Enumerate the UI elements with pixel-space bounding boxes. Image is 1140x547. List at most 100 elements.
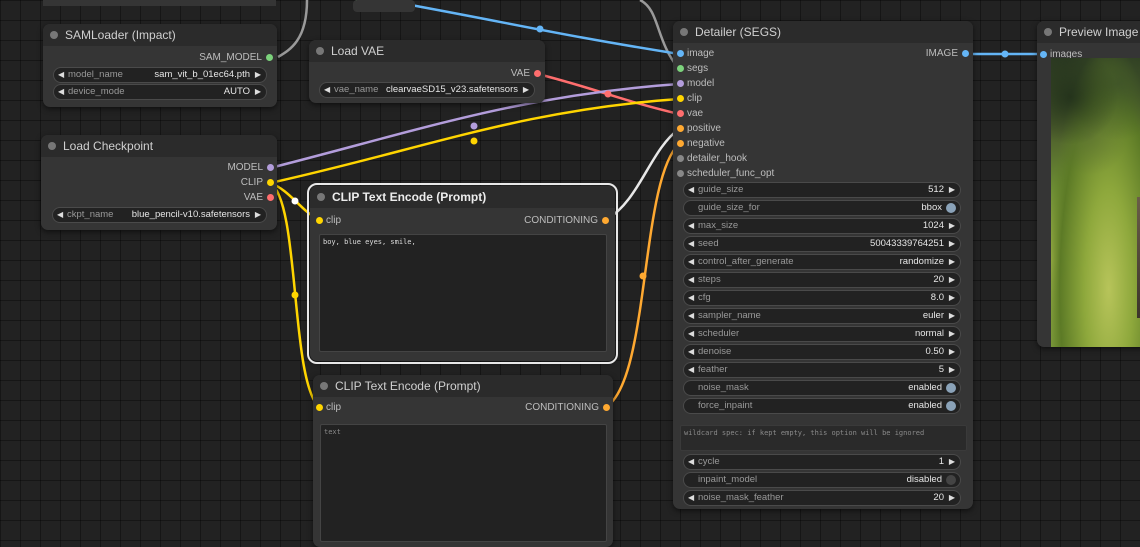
arrow-right-icon[interactable]: ▶: [949, 345, 955, 359]
collapse-bullet-icon[interactable]: [48, 142, 56, 150]
node-clip-text-encode-positive[interactable]: CLIP Text Encode (Prompt) clip CONDITION…: [307, 183, 618, 364]
wildcard-textarea[interactable]: wildcard spec: if kept empty, this optio…: [680, 425, 967, 451]
widget-seed[interactable]: ◀ seed 50043339764251 ▶: [683, 236, 961, 252]
input-negative[interactable]: negative: [677, 138, 827, 150]
input-clip[interactable]: clip: [316, 215, 376, 227]
widget-feather[interactable]: ◀ feather 5 ▶: [683, 362, 961, 378]
widget-cfg[interactable]: ◀ cfg 8.0 ▶: [683, 290, 961, 306]
widget-vae-name[interactable]: ◀ vae_name clearvaeSD15_v23.safetensors …: [319, 82, 535, 98]
widget-guide-size[interactable]: ◀ guide_size 512 ▶: [683, 182, 961, 198]
collapse-bullet-icon[interactable]: [316, 47, 324, 55]
arrow-left-icon[interactable]: ◀: [688, 237, 694, 251]
arrow-left-icon[interactable]: ◀: [688, 309, 694, 323]
arrow-left-icon[interactable]: ◀: [688, 219, 694, 233]
output-conditioning[interactable]: CONDITIONING: [499, 215, 609, 227]
widget-max-size[interactable]: ◀ max_size 1024 ▶: [683, 218, 961, 234]
arrow-right-icon[interactable]: ▶: [949, 237, 955, 251]
slot-dot-icon[interactable]: [1040, 51, 1047, 58]
arrow-left-icon[interactable]: ◀: [688, 455, 694, 469]
arrow-left-icon[interactable]: ◀: [58, 68, 64, 82]
slot-dot-icon[interactable]: [677, 110, 684, 117]
arrow-left-icon[interactable]: ◀: [688, 345, 694, 359]
arrow-right-icon[interactable]: ▶: [523, 83, 529, 97]
prompt-textarea[interactable]: text: [320, 424, 607, 542]
arrow-right-icon[interactable]: ▶: [949, 491, 955, 505]
arrow-right-icon[interactable]: ▶: [949, 273, 955, 287]
output-vae[interactable]: VAE: [481, 68, 541, 80]
widget-guide-size-for[interactable]: guide_size_for bbox: [683, 200, 961, 216]
preview-image[interactable]: [1051, 58, 1140, 347]
input-detailer-hook[interactable]: detailer_hook: [677, 153, 827, 165]
widget-force-inpaint[interactable]: force_inpaint enabled: [683, 398, 961, 414]
arrow-left-icon[interactable]: ◀: [688, 273, 694, 287]
collapse-bullet-icon[interactable]: [320, 382, 328, 390]
node-samloader[interactable]: SAMLoader (Impact) SAM_MODEL ◀ model_nam…: [43, 24, 277, 107]
arrow-right-icon[interactable]: ▶: [949, 363, 955, 377]
collapse-bullet-icon[interactable]: [680, 28, 688, 36]
node-preview-image[interactable]: Preview Image images: [1037, 21, 1140, 347]
node-title-bar[interactable]: CLIP Text Encode (Prompt): [313, 375, 613, 397]
widget-cycle[interactable]: ◀ cycle 1 ▶: [683, 454, 961, 470]
widget-model-name[interactable]: ◀ model_name sam_vit_b_01ec64.pth ▶: [53, 67, 267, 83]
arrow-left-icon[interactable]: ◀: [688, 183, 694, 197]
arrow-left-icon[interactable]: ◀: [688, 291, 694, 305]
arrow-left-icon[interactable]: ◀: [688, 491, 694, 505]
widget-noise-mask-feather[interactable]: ◀ noise_mask_feather 20 ▶: [683, 490, 961, 506]
node-load-vae[interactable]: Load VAE VAE ◀ vae_name clearvaeSD15_v23…: [309, 40, 545, 103]
arrow-left-icon[interactable]: ◀: [58, 85, 64, 99]
input-clip[interactable]: clip: [677, 93, 827, 105]
node-title-bar[interactable]: Detailer (SEGS): [673, 21, 973, 43]
slot-dot-icon[interactable]: [316, 404, 323, 411]
widget-control-after-generate[interactable]: ◀ control_after_generate randomize ▶: [683, 254, 961, 270]
slot-dot-icon[interactable]: [677, 50, 684, 57]
arrow-left-icon[interactable]: ◀: [688, 327, 694, 341]
arrow-right-icon[interactable]: ▶: [949, 291, 955, 305]
widget-ckpt-name[interactable]: ◀ ckpt_name blue_pencil-v10.safetensors …: [52, 207, 267, 223]
widget-inpaint-model[interactable]: inpaint_model disabled: [683, 472, 961, 488]
arrow-right-icon[interactable]: ▶: [949, 309, 955, 323]
arrow-left-icon[interactable]: ◀: [688, 363, 694, 377]
slot-dot-icon[interactable]: [677, 170, 684, 177]
slot-dot-icon[interactable]: [267, 194, 274, 201]
slot-dot-icon[interactable]: [677, 125, 684, 132]
arrow-right-icon[interactable]: ▶: [255, 208, 261, 222]
slot-dot-icon[interactable]: [267, 179, 274, 186]
widget-noise-mask[interactable]: noise_mask enabled: [683, 380, 961, 396]
slot-dot-icon[interactable]: [677, 65, 684, 72]
slot-dot-icon[interactable]: [266, 54, 273, 61]
slot-dot-icon[interactable]: [677, 80, 684, 87]
widget-sampler-name[interactable]: ◀ sampler_name euler ▶: [683, 308, 961, 324]
arrow-left-icon[interactable]: ◀: [688, 255, 694, 269]
arrow-right-icon[interactable]: ▶: [949, 327, 955, 341]
slot-dot-icon[interactable]: [534, 70, 541, 77]
node-title-bar[interactable]: Load Checkpoint: [41, 135, 277, 157]
toggle-knob-icon[interactable]: [946, 475, 956, 485]
toggle-knob-icon[interactable]: [946, 383, 956, 393]
node-title-bar[interactable]: Load VAE: [309, 40, 545, 62]
toggle-knob-icon[interactable]: [946, 401, 956, 411]
node-title-bar[interactable]: Preview Image: [1037, 21, 1140, 43]
input-model[interactable]: model: [677, 78, 827, 90]
slot-dot-icon[interactable]: [316, 217, 323, 224]
arrow-left-icon[interactable]: ◀: [57, 208, 63, 222]
slot-dot-icon[interactable]: [267, 164, 274, 171]
slot-dot-icon[interactable]: [677, 155, 684, 162]
arrow-right-icon[interactable]: ▶: [949, 255, 955, 269]
node-load-checkpoint[interactable]: Load Checkpoint MODEL CLIP VAE ◀ ckpt_na…: [41, 135, 277, 230]
collapse-bullet-icon[interactable]: [50, 31, 58, 39]
node-title-bar[interactable]: SAMLoader (Impact): [43, 24, 277, 46]
slot-dot-icon[interactable]: [677, 140, 684, 147]
node-clip-text-encode-negative[interactable]: CLIP Text Encode (Prompt) clip CONDITION…: [313, 375, 613, 547]
input-clip[interactable]: clip: [316, 402, 376, 414]
toggle-knob-icon[interactable]: [946, 203, 956, 213]
slot-dot-icon[interactable]: [603, 404, 610, 411]
input-vae[interactable]: vae: [677, 108, 827, 120]
arrow-right-icon[interactable]: ▶: [949, 219, 955, 233]
widget-device-mode[interactable]: ◀ device_mode AUTO ▶: [53, 84, 267, 100]
node-title-bar[interactable]: CLIP Text Encode (Prompt): [310, 186, 615, 208]
input-segs[interactable]: segs: [677, 63, 827, 75]
widget-scheduler[interactable]: ◀ scheduler normal ▶: [683, 326, 961, 342]
input-positive[interactable]: positive: [677, 123, 827, 135]
output-clip[interactable]: CLIP: [194, 177, 274, 189]
output-conditioning[interactable]: CONDITIONING: [500, 402, 610, 414]
